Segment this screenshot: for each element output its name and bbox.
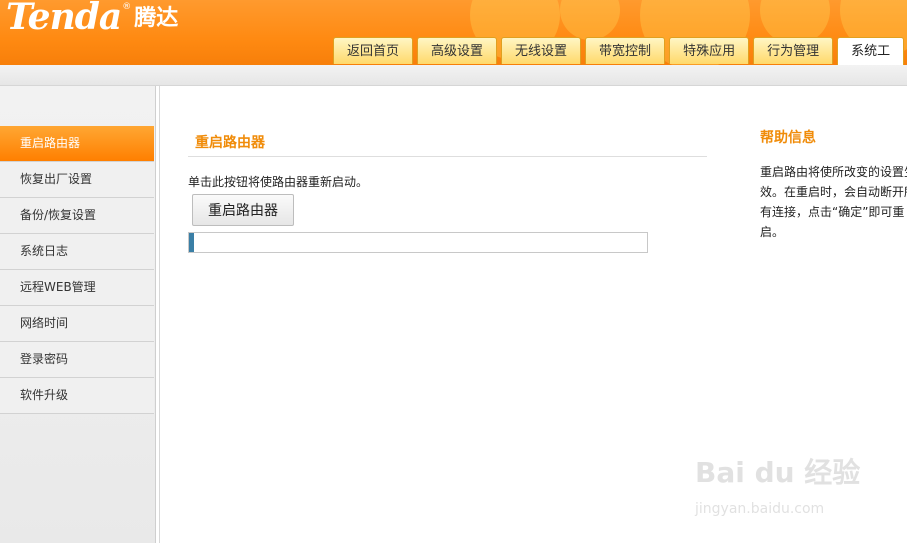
- reboot-button[interactable]: 重启路由器: [192, 194, 294, 226]
- sub-bar: [0, 65, 907, 86]
- reboot-progress-bar: [188, 232, 648, 253]
- tab-system-tools[interactable]: 系统工: [837, 37, 905, 65]
- main-panel: 重启路由器 单击此按钮将使路由器重新启动。 重启路由器: [159, 86, 737, 543]
- sidebar-item-backup-restore[interactable]: 备份/恢复设置: [0, 198, 154, 234]
- help-title: 帮助信息: [760, 130, 816, 146]
- top-nav: 返回首页 高级设置 无线设置 带宽控制 特殊应用 行为管理 系统工: [333, 37, 907, 65]
- header-bar: Tenda ® 腾达 返回首页 高级设置 无线设置 带宽控制 特殊应用 行为管理…: [0, 0, 907, 65]
- sidebar-menu: 重启路由器 恢复出厂设置 备份/恢复设置 系统日志 远程WEB管理 网络时间 登…: [0, 126, 154, 414]
- sidebar-item-firmware-upgrade[interactable]: 软件升级: [0, 378, 154, 414]
- sidebar-item-network-time[interactable]: 网络时间: [0, 306, 154, 342]
- tab-advanced[interactable]: 高级设置: [417, 37, 498, 64]
- reboot-description: 单击此按钮将使路由器重新启动。: [188, 175, 369, 189]
- tab-special-apps[interactable]: 特殊应用: [669, 37, 750, 64]
- help-line: 启。: [760, 225, 785, 239]
- sidebar-item-login-password[interactable]: 登录密码: [0, 342, 154, 378]
- sidebar: 重启路由器 恢复出厂设置 备份/恢复设置 系统日志 远程WEB管理 网络时间 登…: [0, 86, 156, 543]
- tab-wireless[interactable]: 无线设置: [501, 37, 582, 64]
- progress-fill: [189, 233, 194, 252]
- help-panel: 帮助信息 重启路由将使所改变的设置生 效。在重启时，会自动断开所 有连接，点击“…: [736, 86, 907, 543]
- logo-text-en: Tenda: [6, 0, 122, 38]
- help-text: 重启路由将使所改变的设置生 效。在重启时，会自动断开所 有连接，点击“确定”即可…: [760, 162, 907, 242]
- sidebar-item-system-log[interactable]: 系统日志: [0, 234, 154, 270]
- help-line: 有连接，点击“确定”即可重: [760, 205, 905, 219]
- help-line: 效。在重启时，会自动断开所: [760, 185, 907, 199]
- logo-text-cn: 腾达: [134, 6, 179, 31]
- registered-mark: ®: [122, 2, 132, 12]
- decor-bubble: [560, 0, 620, 40]
- tab-bandwidth[interactable]: 带宽控制: [585, 37, 666, 64]
- title-divider: [188, 156, 707, 157]
- tab-home[interactable]: 返回首页: [333, 37, 414, 64]
- sidebar-item-factory-reset[interactable]: 恢复出厂设置: [0, 162, 154, 198]
- tenda-logo[interactable]: Tenda ® 腾达: [6, 0, 178, 38]
- page-title: 重启路由器: [195, 135, 265, 151]
- help-line: 重启路由将使所改变的设置生: [760, 165, 907, 179]
- sidebar-item-remote-web[interactable]: 远程WEB管理: [0, 270, 154, 306]
- tab-behavior[interactable]: 行为管理: [753, 37, 834, 64]
- sidebar-item-reboot[interactable]: 重启路由器: [0, 126, 154, 162]
